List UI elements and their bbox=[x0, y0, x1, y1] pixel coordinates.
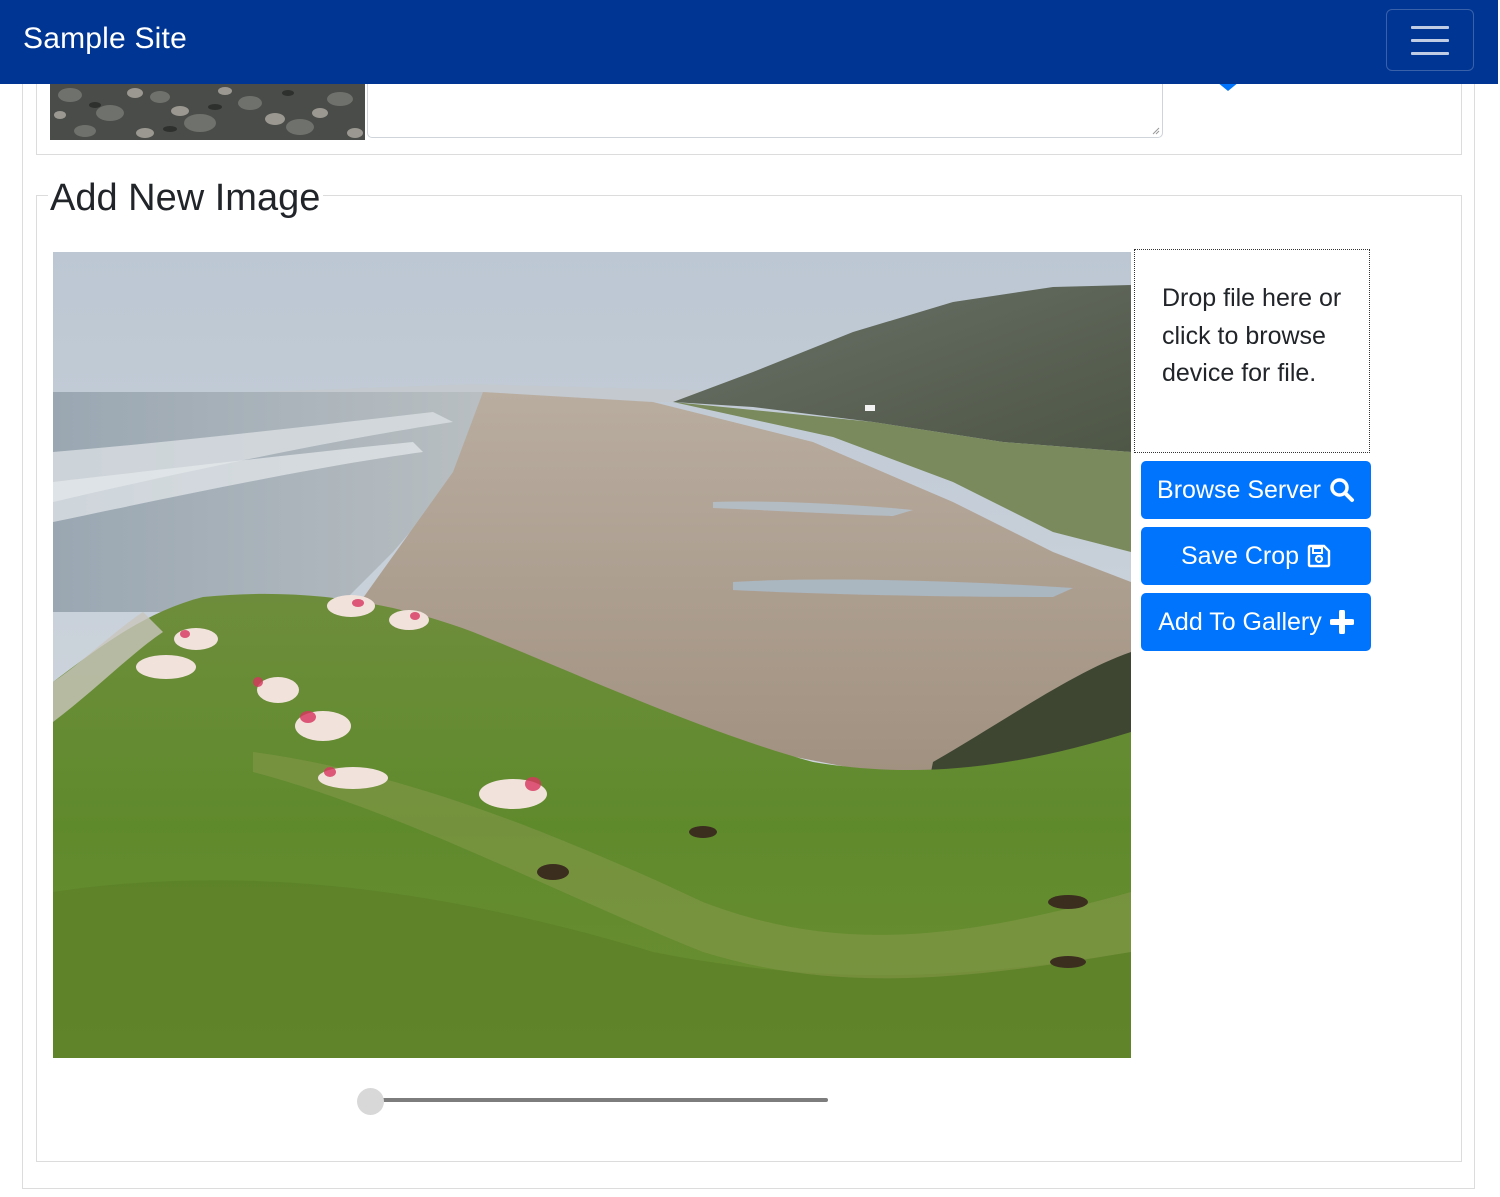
add-image-legend: Add New Image bbox=[48, 175, 324, 221]
plus-icon bbox=[1329, 610, 1354, 634]
resize-grip-icon[interactable] bbox=[1152, 127, 1160, 135]
save-crop-button[interactable]: Save Crop bbox=[1141, 527, 1371, 585]
add-to-gallery-button[interactable]: Add To Gallery bbox=[1141, 593, 1371, 651]
browse-server-button[interactable]: Browse Server bbox=[1141, 461, 1371, 519]
previous-item-thumbnail[interactable] bbox=[50, 83, 365, 140]
site-brand[interactable]: Sample Site bbox=[23, 22, 187, 56]
save-crop-label: Save Crop bbox=[1180, 541, 1300, 570]
search-icon bbox=[1329, 477, 1355, 503]
top-navbar: Sample Site bbox=[0, 0, 1498, 84]
zoom-slider-track[interactable] bbox=[370, 1098, 828, 1102]
add-to-gallery-label: Add To Gallery bbox=[1158, 607, 1322, 636]
crop-image-preview[interactable] bbox=[53, 252, 1131, 1058]
file-dropzone[interactable]: Drop file here or click to browse device… bbox=[1134, 249, 1370, 453]
browse-server-label: Browse Server bbox=[1157, 475, 1321, 504]
zoom-slider-handle[interactable] bbox=[356, 1088, 384, 1115]
previous-caption-textarea[interactable] bbox=[367, 80, 1163, 138]
floppy-disk-icon bbox=[1307, 544, 1331, 568]
navbar-toggle-button[interactable] bbox=[1386, 9, 1474, 71]
dropzone-instructions: Drop file here or click to browse device… bbox=[1162, 284, 1342, 387]
